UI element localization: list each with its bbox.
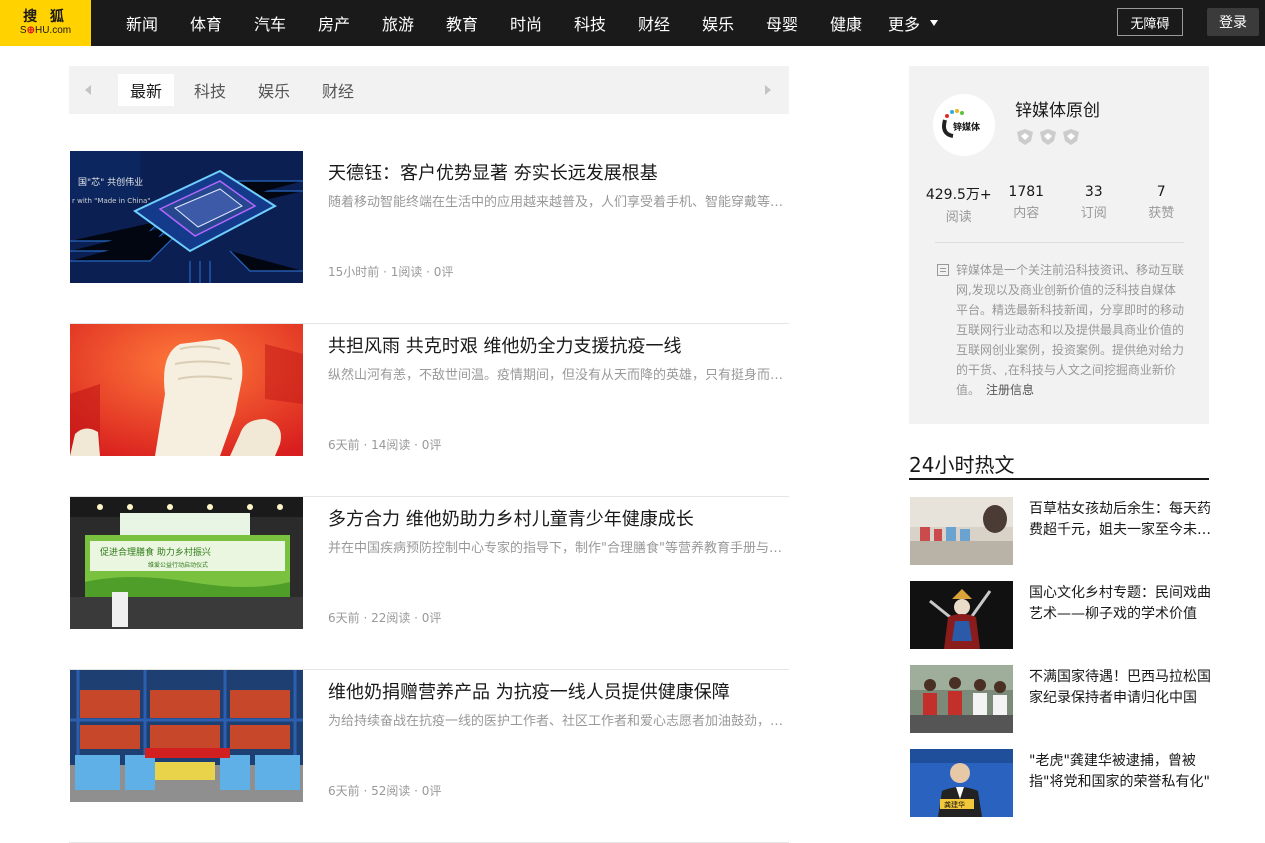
article-meta: 6天前 · 14阅读 · 0评: [328, 438, 442, 452]
stat-value: 1781: [1008, 184, 1045, 200]
accessibility-button[interactable]: 无障碍: [1117, 8, 1183, 36]
article-title[interactable]: 维他奶捐赠营养产品 为抗疫一线人员提供健康保障: [328, 678, 730, 704]
hot-thumbnail-pharmacy[interactable]: [910, 497, 1013, 565]
thumb-banner-text-2: 维爱公益行动启动仪式: [148, 561, 208, 569]
tab-tech[interactable]: 科技: [182, 74, 238, 106]
article-meta: 15小时前 · 1阅读 · 0评: [328, 265, 454, 279]
nav-item-travel[interactable]: 旅游: [366, 11, 430, 35]
sohu-logo[interactable]: 搜 狐 S⊕HU.com: [0, 0, 91, 46]
nav-item-entertainment[interactable]: 娱乐: [686, 11, 750, 35]
nav-more-menu[interactable]: 更多: [878, 11, 948, 35]
thumb-caption-1: 国"芯" 共创伟业: [78, 176, 143, 188]
thumb-caption-2: r with "Made in China": [72, 197, 151, 205]
article-meta: 6天前 · 52阅读 · 0评: [328, 784, 442, 798]
author-stats: 429.5万+ 阅读 1781 内容 33 订阅 7 获赞: [925, 184, 1195, 225]
arrow-left-icon[interactable]: [85, 85, 91, 95]
nav-item-house[interactable]: 房产: [302, 11, 366, 35]
nav-item-health[interactable]: 健康: [814, 11, 878, 35]
logo-chinese: 搜 狐: [23, 9, 68, 25]
document-icon: [937, 264, 949, 276]
hot-list-divider: [909, 478, 1209, 480]
stat-value: 7: [1156, 184, 1166, 200]
author-avatar[interactable]: 锌媒体: [933, 94, 995, 156]
hot-item-title[interactable]: "老虎"龚建华被逮捕，曾被指"将党和国家的荣誉私有化": [1029, 751, 1211, 793]
nav-item-auto[interactable]: 汽车: [238, 11, 302, 35]
stat-likes: 7 获赞: [1128, 184, 1196, 225]
hot-item[interactable]: 不满国家待遇！巴西马拉松国家纪录保持者申请归化中国: [909, 665, 1211, 733]
article-item[interactable]: 促进合理膳食 助力乡村振兴 维爱公益行动启动仪式 多方合力 维他奶助力乡村儿童青…: [69, 497, 789, 670]
stat-value: 33: [1084, 184, 1103, 200]
stat-reads: 429.5万+ 阅读: [925, 184, 993, 225]
login-button[interactable]: 登录: [1207, 8, 1259, 36]
author-card: 锌媒体 锌媒体原创 429.5万+ 阅读 1781 内容 33 订阅 7 获赞 …: [909, 66, 1209, 424]
article-summary: 随着移动智能终端在生活中的应用越来越普及，人们享受着手机、智能穿戴等设备带来的便…: [328, 195, 788, 210]
stat-subscriptions: 33 订阅: [1060, 184, 1128, 225]
tab-entertainment[interactable]: 娱乐: [246, 74, 302, 106]
top-nav-bar: 搜 狐 S⊕HU.com 新闻 体育 汽车 房产 旅游 教育 时尚 科技 财经 …: [0, 0, 1265, 46]
nav-item-baby[interactable]: 母婴: [750, 11, 814, 35]
article-title[interactable]: 天德钰：客户优势显著 夯实长远发展根基: [328, 159, 658, 185]
hot-thumbnail-marathon[interactable]: [910, 665, 1013, 733]
arrow-right-icon[interactable]: [765, 85, 771, 95]
nav-item-news[interactable]: 新闻: [110, 11, 174, 35]
nav-item-fashion[interactable]: 时尚: [494, 11, 558, 35]
hot-thumbnail-opera[interactable]: [910, 581, 1013, 649]
category-tabs: 最新 科技 娱乐 财经: [69, 66, 789, 114]
article-summary: 并在中国疾病预防控制中心专家的指导下，制作"合理膳食"等营养教育手册与课程: [328, 541, 788, 556]
author-intro-text: 锌媒体是一个关注前沿科技资讯、移动互联网,发现以及商业创新价值的泛科技自媒体平台…: [956, 263, 1185, 397]
article-thumbnail-warehouse[interactable]: [70, 670, 303, 802]
hot-item[interactable]: 龚建华 "老虎"龚建华被逮捕，曾被指"将党和国家的荣誉私有化": [909, 749, 1211, 817]
avatar-text: 锌媒体: [953, 121, 981, 133]
thumb-banner-text-1: 促进合理膳食 助力乡村振兴: [100, 546, 211, 558]
hot-thumbnail-official[interactable]: 龚建华: [910, 749, 1013, 817]
stat-label: 订阅: [1080, 206, 1107, 221]
nav-item-education[interactable]: 教育: [430, 11, 494, 35]
tab-finance[interactable]: 财经: [310, 74, 366, 106]
hot-item[interactable]: 国心文化乡村专题：民间戏曲艺术——柳子戏的学术价值: [909, 581, 1211, 649]
register-info-link[interactable]: 注册信息: [986, 383, 1034, 397]
badge-icon: [1063, 129, 1079, 145]
nav-item-tech[interactable]: 科技: [558, 11, 622, 35]
article-thumbnail-fists[interactable]: [70, 324, 303, 456]
article-summary: 为给持续奋战在抗疫一线的医护工作者、社区工作者和爱心志愿者加油鼓劲，维他奶捐赠产…: [328, 714, 788, 729]
article-thumbnail-chip[interactable]: 国"芯" 共创伟业 r with "Made in China": [70, 151, 303, 283]
nav-more-label: 更多: [887, 15, 920, 34]
stat-label: 阅读: [945, 210, 972, 225]
article-title[interactable]: 共担风雨 共克时艰 维他奶全力支援抗疫一线: [328, 332, 681, 358]
hot-item-title[interactable]: 不满国家待遇！巴西马拉松国家纪录保持者申请归化中国: [1029, 667, 1211, 709]
card-divider: [935, 242, 1184, 243]
hot-item-title[interactable]: 百草枯女孩劫后余生：每天药费超千元，姐夫一家至今未露面: [1029, 499, 1211, 541]
article-title[interactable]: 多方合力 维他奶助力乡村儿童青少年健康成长: [328, 505, 694, 531]
author-level-badges: [1015, 128, 1081, 146]
article-thumbnail-stage[interactable]: 促进合理膳食 助力乡村振兴 维爱公益行动启动仪式: [70, 497, 303, 629]
hot-list-title: 24小时热文: [909, 453, 1015, 477]
channel-nav: 新闻 体育 汽车 房产 旅游 教育 时尚 科技 财经 娱乐 母婴 健康 更多: [110, 0, 948, 46]
thumb-name-caption: 龚建华: [944, 800, 965, 809]
stat-label: 获赞: [1148, 206, 1175, 221]
hot-item[interactable]: 百草枯女孩劫后余生：每天药费超千元，姐夫一家至今未露面: [909, 497, 1211, 565]
article-item[interactable]: 共担风雨 共克时艰 维他奶全力支援抗疫一线 纵然山河有恙，不敌世间温。疫情期间，…: [69, 324, 789, 497]
nav-item-finance[interactable]: 财经: [622, 11, 686, 35]
stat-content: 1781 内容: [993, 184, 1061, 225]
article-item[interactable]: 国"芯" 共创伟业 r with "Made in China" 天德钰：客户优…: [69, 151, 789, 324]
logo-english: S⊕HU.com: [19, 25, 72, 36]
caret-down-icon: [930, 20, 938, 26]
hot-item-title[interactable]: 国心文化乡村专题：民间戏曲艺术——柳子戏的学术价值: [1029, 583, 1211, 625]
nav-item-sports[interactable]: 体育: [174, 11, 238, 35]
stat-label: 内容: [1013, 206, 1040, 221]
badge-icon: [1040, 129, 1056, 145]
article-meta: 6天前 · 22阅读 · 0评: [328, 611, 442, 625]
article-item[interactable]: 维他奶捐赠营养产品 为抗疫一线人员提供健康保障 为给持续奋战在抗疫一线的医护工作…: [69, 670, 789, 843]
article-summary: 纵然山河有恙，不敌世间温。疫情期间，但没有从天而降的英雄，只有挺身而出的凡人: [328, 368, 788, 383]
tab-latest[interactable]: 最新: [118, 74, 174, 106]
author-name[interactable]: 锌媒体原创: [1015, 96, 1100, 121]
badge-icon: [1017, 129, 1033, 145]
author-intro: 锌媒体是一个关注前沿科技资讯、移动互联网,发现以及商业创新价值的泛科技自媒体平台…: [956, 260, 1184, 400]
stat-value: 429.5万+: [925, 187, 992, 203]
